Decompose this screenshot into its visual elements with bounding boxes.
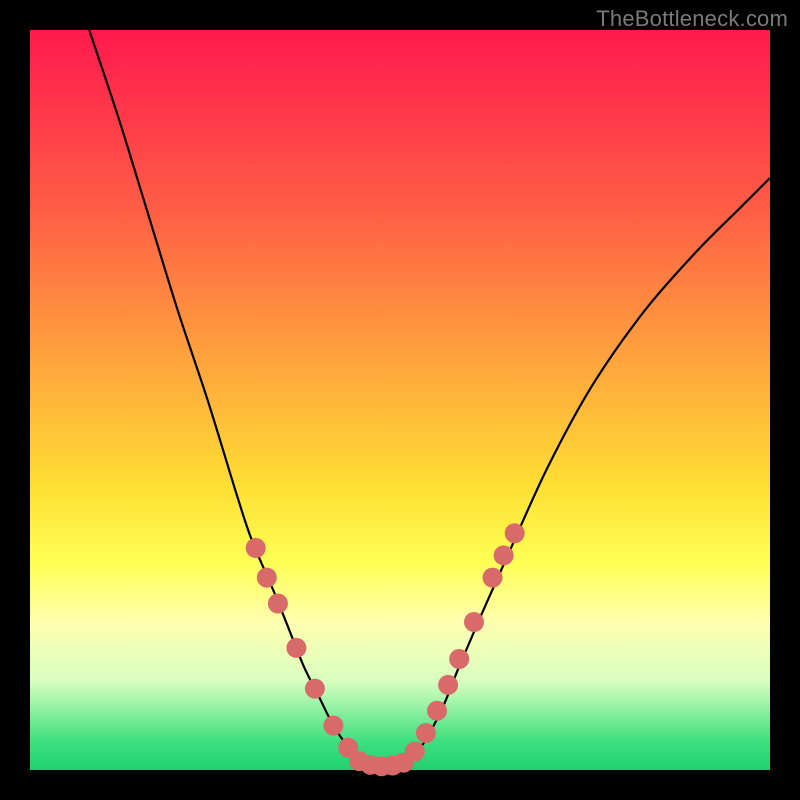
data-marker [483,568,503,588]
curve-group [89,30,770,766]
data-marker [427,701,447,721]
data-marker [505,523,525,543]
data-marker [416,723,436,743]
curve-left [89,30,363,764]
data-marker [494,545,514,565]
curve-right [400,178,770,764]
data-marker [286,638,306,658]
data-marker [438,675,458,695]
data-marker [305,679,325,699]
chart-frame: TheBottleneck.com [0,0,800,800]
data-marker [464,612,484,632]
data-marker [246,538,266,558]
data-marker [449,649,469,669]
watermark-text: TheBottleneck.com [596,6,788,32]
marker-group [246,523,525,776]
chart-overlay [30,30,770,770]
data-marker [268,594,288,614]
data-marker [405,742,425,762]
data-marker [323,716,343,736]
data-marker [257,568,277,588]
